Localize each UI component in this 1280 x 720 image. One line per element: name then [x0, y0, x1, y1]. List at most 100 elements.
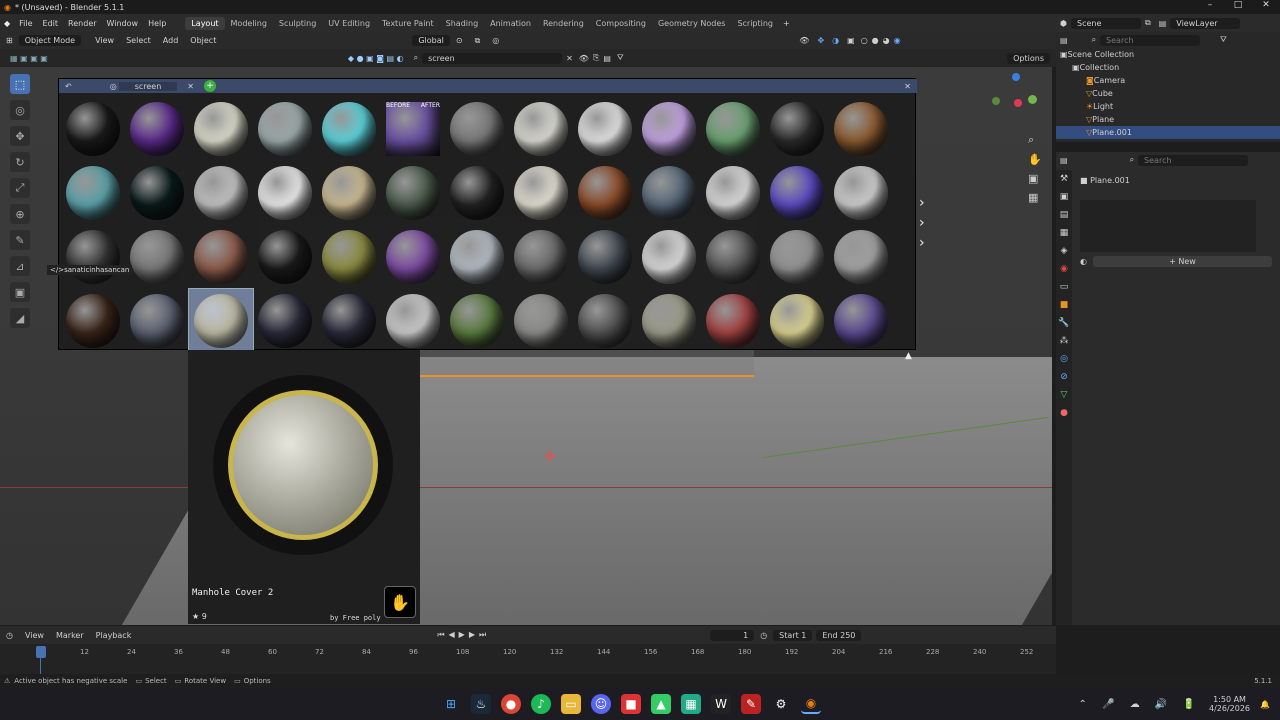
- workspace-tab-geometry-nodes[interactable]: Geometry Nodes: [652, 17, 731, 30]
- shading-wireframe-icon[interactable]: ○: [859, 36, 870, 45]
- scale-tool-icon[interactable]: ⤢: [10, 178, 30, 198]
- blender-menu-icon[interactable]: ◆: [0, 19, 14, 28]
- pan-hand-icon[interactable]: ✋: [1028, 153, 1042, 166]
- timeline-menu-playback[interactable]: Playback: [90, 631, 138, 640]
- material-thumbnail[interactable]: [317, 225, 381, 289]
- visibility-icon[interactable]: 👁: [795, 36, 813, 45]
- spotify-icon[interactable]: ♪: [531, 694, 551, 714]
- workspace-tab-sculpting[interactable]: Sculpting: [273, 17, 322, 30]
- add-tab-icon[interactable]: +: [203, 80, 216, 92]
- asset-filter-icons[interactable]: ◆ ● ▣ ◙ ▤ ◐: [342, 54, 410, 63]
- move-tool-icon[interactable]: ✥: [10, 126, 30, 146]
- outliner-type-icon[interactable]: ▤: [1060, 36, 1068, 45]
- maximize-button[interactable]: □: [1224, 0, 1252, 10]
- menu-render[interactable]: Render: [63, 19, 101, 28]
- paint-app-icon[interactable]: ✎: [741, 694, 761, 714]
- close-window-button[interactable]: ✕: [1252, 0, 1280, 10]
- shading-material-icon[interactable]: ◕: [881, 36, 892, 45]
- options-button[interactable]: Options: [1007, 52, 1050, 64]
- close-browser-icon[interactable]: ✕: [898, 82, 917, 91]
- workspace-tab-scripting[interactable]: Scripting: [731, 17, 779, 30]
- tray-icons[interactable]: ⌃ 🎤 ☁ 🔊 🔋: [1079, 699, 1209, 710]
- menu-file[interactable]: File: [14, 19, 37, 28]
- material-thumbnail[interactable]: [381, 225, 445, 289]
- particles-tab-icon[interactable]: ⁂: [1060, 336, 1069, 346]
- material-thumbnail[interactable]: [765, 97, 829, 161]
- timeline-track[interactable]: 1122436486072849610812013214415616818019…: [0, 644, 1056, 674]
- material-thumbnail[interactable]: [61, 97, 125, 161]
- outliner-filter-icon[interactable]: ⛛: [1220, 35, 1227, 45]
- timeline-editor-icon[interactable]: ◷: [0, 631, 19, 640]
- orientation-dropdown[interactable]: Global: [412, 35, 450, 46]
- workspace-tab-compositing[interactable]: Compositing: [590, 17, 652, 30]
- material-thumbnail[interactable]: [125, 225, 189, 289]
- material-thumbnail[interactable]: [317, 289, 381, 353]
- notification-icon[interactable]: 🔔: [1260, 700, 1280, 709]
- shading-solid-icon[interactable]: ●: [870, 36, 881, 45]
- select-mode-icon[interactable]: ▦ ▣ ▣ ▣: [0, 54, 58, 63]
- workspace-tab-texture-paint[interactable]: Texture Paint: [376, 17, 440, 30]
- scene-collection-row[interactable]: ▣ Scene Collection: [1056, 48, 1280, 61]
- workspace-tab-modeling[interactable]: Modeling: [225, 17, 273, 30]
- material-thumbnail[interactable]: [637, 161, 701, 225]
- red-app-icon[interactable]: ■: [621, 694, 641, 714]
- outliner-item-cube[interactable]: ▽ Cube: [1056, 87, 1280, 100]
- view-layer-field[interactable]: ViewLayer: [1170, 17, 1241, 29]
- physics-tab-icon[interactable]: ◎: [1060, 354, 1068, 364]
- playback-controls[interactable]: ⏮◀▶▶⏭: [437, 630, 490, 640]
- timeline-menu-view[interactable]: View: [19, 631, 50, 640]
- end-frame-field[interactable]: End 250: [816, 629, 862, 641]
- material-thumbnail[interactable]: [253, 225, 317, 289]
- viewport-menu-object[interactable]: Object: [184, 35, 222, 46]
- viewport-menu-view[interactable]: View: [89, 35, 120, 46]
- extra-tool-icon[interactable]: ◢: [10, 308, 30, 328]
- steam-icon[interactable]: ♨: [471, 694, 491, 714]
- material-thumbnail[interactable]: [637, 225, 701, 289]
- material-thumbnail[interactable]: [829, 289, 893, 353]
- timeline-menu-marker[interactable]: Marker: [50, 631, 90, 640]
- material-slot-list[interactable]: [1080, 200, 1256, 252]
- snap-icon[interactable]: ⧉: [469, 36, 487, 46]
- material-thumbnail[interactable]: [61, 289, 125, 353]
- new-material-button[interactable]: + New: [1092, 256, 1272, 267]
- material-thumbnail[interactable]: [445, 161, 509, 225]
- overlay-icon[interactable]: ◑: [828, 36, 843, 45]
- windows-start-icon[interactable]: ⊞: [441, 694, 461, 714]
- material-thumbnail[interactable]: [829, 97, 893, 161]
- material-thumbnail[interactable]: [637, 97, 701, 161]
- next-page-arrows[interactable]: › › ›: [919, 193, 925, 253]
- scene-tab-icon[interactable]: ◈: [1061, 246, 1068, 256]
- material-browse-icon[interactable]: ◐: [1080, 257, 1087, 266]
- workspace-tab-layout[interactable]: Layout: [185, 16, 225, 30]
- discord-icon[interactable]: ☺: [591, 694, 611, 714]
- settings-app-icon[interactable]: ⚙: [771, 694, 791, 714]
- sheet-app-icon[interactable]: ▦: [681, 694, 701, 714]
- material-thumbnail[interactable]: [701, 97, 765, 161]
- material-thumbnail[interactable]: [573, 289, 637, 353]
- new-scene-icon[interactable]: ⧉: [1141, 18, 1155, 28]
- back-icon[interactable]: ↶: [59, 82, 78, 91]
- material-thumbnail[interactable]: [381, 289, 445, 353]
- material-thumbnail[interactable]: [125, 289, 189, 353]
- bookmark-icon[interactable]: ⎘: [591, 53, 601, 63]
- chrome-icon[interactable]: ●: [501, 694, 521, 714]
- filter-icon[interactable]: ⛛: [613, 53, 628, 63]
- eye-icon[interactable]: 👁: [577, 54, 591, 63]
- world-tab-icon[interactable]: ◉: [1060, 264, 1068, 274]
- material-thumbnail[interactable]: [189, 225, 253, 289]
- material-thumbnail[interactable]: [61, 161, 125, 225]
- material-thumbnail[interactable]: [701, 225, 765, 289]
- workspace-tab-uv-editing[interactable]: UV Editing: [322, 17, 376, 30]
- material-tab-icon[interactable]: ●: [1060, 408, 1068, 418]
- material-thumbnail[interactable]: [829, 225, 893, 289]
- properties-search-input[interactable]: Search: [1138, 154, 1249, 166]
- editor-type-icon[interactable]: ⊞: [0, 36, 19, 45]
- material-thumbnail[interactable]: [701, 161, 765, 225]
- outliner-search-input[interactable]: Search: [1100, 34, 1201, 46]
- scene-field[interactable]: Scene: [1070, 17, 1141, 29]
- workspace-tab-shading[interactable]: Shading: [440, 17, 485, 30]
- annotate-tool-icon[interactable]: ✎: [10, 230, 30, 250]
- material-thumbnail[interactable]: [125, 97, 189, 161]
- modifier-tab-icon[interactable]: 🔧: [1058, 318, 1069, 328]
- collection-row[interactable]: ▣ Collection: [1056, 61, 1280, 74]
